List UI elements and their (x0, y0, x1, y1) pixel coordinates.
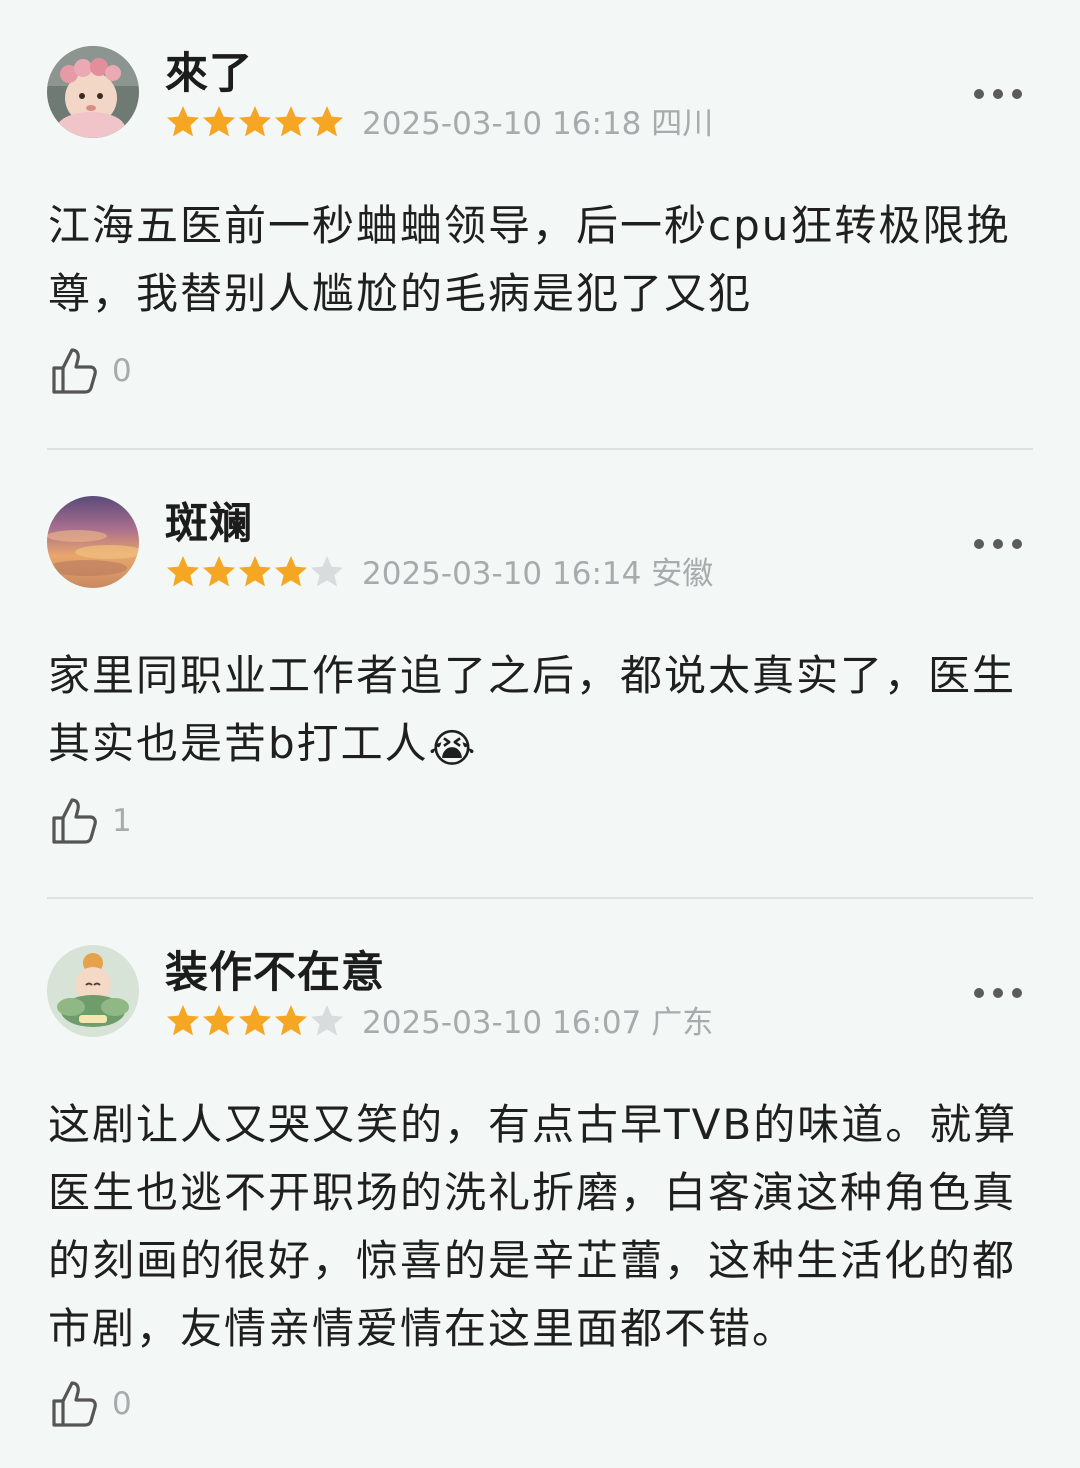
star-filled-icon (239, 556, 271, 587)
review-content: 江海五医前一秒蛐蛐领导，后一秒cpu狂转极限挽尊，我替别人尴尬的毛病是犯了又犯 (48, 201, 1011, 318)
more-options-icon[interactable] (974, 86, 1022, 102)
crying-emoji-icon: 😭 (428, 726, 478, 772)
star-filled-icon (203, 106, 235, 137)
user-avatar[interactable] (47, 945, 139, 1037)
more-options-icon[interactable] (974, 536, 1022, 552)
user-avatar[interactable] (47, 496, 139, 588)
divider (47, 897, 1033, 899)
baby-with-flower-crown-avatar-icon (47, 46, 139, 138)
username[interactable]: 装作不在意 (165, 948, 385, 998)
like-button[interactable]: 0 (48, 1377, 132, 1431)
star-filled-icon (311, 106, 343, 137)
like-count: 0 (112, 1386, 132, 1422)
review-meta: 2025-03-10 16:07 广东 (362, 1003, 713, 1043)
divider (47, 448, 1033, 450)
star-filled-icon (203, 556, 235, 587)
star-filled-icon (239, 1005, 271, 1036)
thumbs-up-icon (52, 1381, 97, 1427)
like-button[interactable]: 1 (48, 794, 132, 848)
star-filled-icon (167, 106, 199, 137)
sunset-clouds-avatar-icon (47, 496, 139, 588)
like-count: 1 (112, 803, 132, 839)
star-empty-icon (311, 556, 343, 587)
review-meta: 2025-03-10 16:14 安徽 (362, 554, 713, 594)
rating-stars (165, 1003, 345, 1039)
star-filled-icon (167, 1005, 199, 1036)
star-filled-icon (275, 106, 307, 137)
user-avatar[interactable] (47, 46, 139, 138)
username[interactable]: 來了 (165, 49, 253, 99)
star-filled-icon (239, 106, 271, 137)
rating-stars (165, 104, 345, 140)
timestamp: 2025-03-10 16:07 (362, 1005, 642, 1041)
star-filled-icon (275, 1005, 307, 1036)
rating-stars (165, 554, 345, 590)
star-filled-icon (167, 556, 199, 587)
review-content: 这剧让人又哭又笑的，有点古早TVB的味道。就算医生也逃不开职场的洗礼折磨，白客演… (48, 1100, 1018, 1353)
timestamp: 2025-03-10 16:18 (362, 106, 642, 142)
timestamp: 2025-03-10 16:14 (362, 556, 642, 592)
review-meta: 2025-03-10 16:18 四川 (362, 104, 713, 144)
username[interactable]: 斑斓 (165, 499, 253, 549)
review-content: 家里同职业工作者追了之后，都说太真实了，医生其实也是苦b打工人😭 (48, 642, 1023, 783)
location: 广东 (651, 1005, 714, 1041)
thumbs-up-icon (52, 798, 97, 844)
baby-in-lotus-avatar-icon (47, 945, 139, 1037)
location: 安徽 (651, 556, 714, 592)
thumbs-up-icon (52, 348, 97, 394)
review-text: 家里同职业工作者追了之后，都说太真实了，医生其实也是苦b打工人 (48, 651, 1017, 768)
star-empty-icon (311, 1005, 343, 1036)
more-options-icon[interactable] (974, 985, 1022, 1001)
star-filled-icon (275, 556, 307, 587)
location: 四川 (651, 106, 714, 142)
like-button[interactable]: 0 (48, 344, 132, 398)
star-filled-icon (203, 1005, 235, 1036)
like-count: 0 (112, 353, 132, 389)
